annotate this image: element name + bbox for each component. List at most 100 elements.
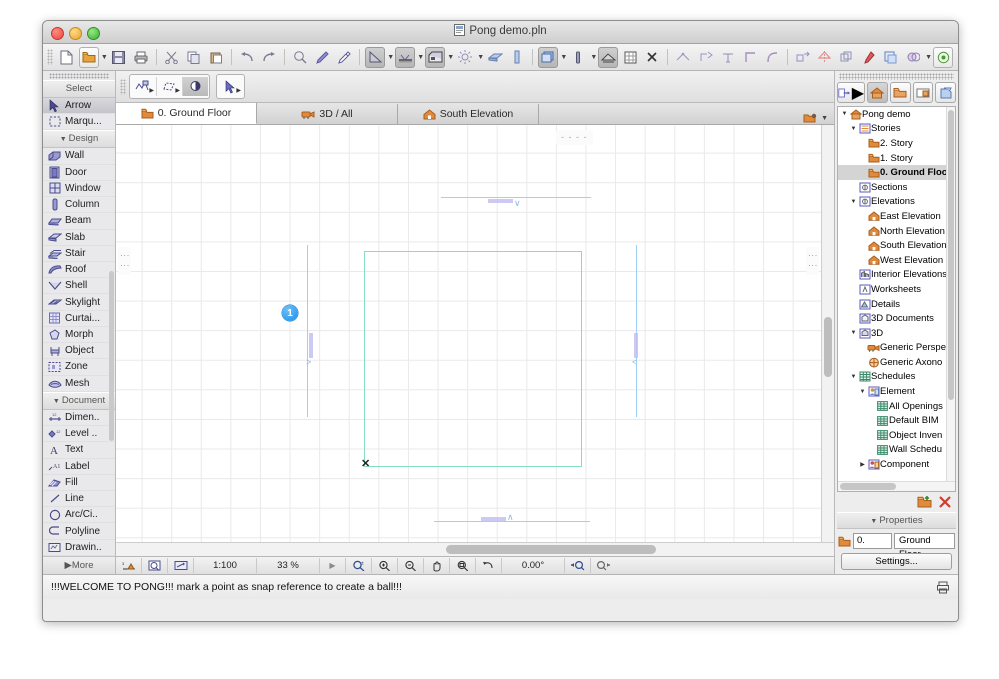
tree-item-sections[interactable]: Sections — [838, 180, 955, 195]
slab-blue-icon[interactable] — [485, 47, 505, 68]
tool-arc-circle[interactable]: Arc/Ci.. — [43, 507, 115, 524]
tool-dimension[interactable]: 12 Dimen.. — [43, 410, 115, 427]
paste-icon[interactable] — [206, 47, 226, 68]
tree-item-north-elevation[interactable]: North Elevation — [838, 224, 955, 239]
tree-vertical-thumb[interactable] — [948, 110, 954, 400]
roof-tool-icon[interactable] — [598, 46, 619, 68]
tree-item-object-inven[interactable]: Object Inven — [838, 428, 955, 443]
zoom-prev-arrow-icon[interactable] — [565, 558, 591, 573]
stack3d-caret-icon[interactable]: ▼ — [560, 54, 567, 61]
tab-south-elevation[interactable]: South Elevation — [398, 104, 539, 124]
tool-window[interactable]: Window — [43, 181, 115, 198]
undo-arrow-icon[interactable] — [237, 47, 257, 68]
twisty-down-icon[interactable]: ▼ — [849, 330, 858, 336]
zoom-fit-icon[interactable]: ± — [346, 558, 372, 573]
toolbox-more-button[interactable]: ▶More — [43, 556, 115, 574]
x-delete-icon[interactable] — [642, 47, 662, 68]
fill-hand-icon[interactable] — [183, 77, 208, 96]
properties-header[interactable]: ▼ Properties — [837, 512, 956, 529]
drawing-scale[interactable]: 1:100 — [194, 558, 257, 573]
wall-blue-icon[interactable] — [507, 47, 527, 68]
pan-hand-icon[interactable] — [424, 558, 450, 573]
fillet-icon[interactable] — [762, 47, 782, 68]
layout-book-icon[interactable] — [912, 82, 934, 103]
solid-ops-icon[interactable] — [903, 47, 923, 68]
orientation-angle[interactable]: 0.00° — [502, 558, 565, 573]
tree-item-generic-perspe[interactable]: Generic Perspe — [838, 341, 955, 356]
tree-item-interior-elevations[interactable]: Interior Elevations — [838, 268, 955, 283]
twisty-down-icon[interactable]: ▼ — [849, 199, 858, 205]
tool-beam[interactable]: Beam — [43, 213, 115, 230]
polygon-select-icon[interactable]: ▶ — [157, 77, 183, 96]
tool-shell[interactable]: Shell — [43, 278, 115, 295]
dimension-caret-icon[interactable]: ▼ — [417, 54, 424, 61]
cursor-arrow-caret-icon[interactable]: ▶ — [236, 87, 241, 94]
tree-item-details[interactable]: Details — [838, 297, 955, 312]
cursor-arrow-icon[interactable]: ▶ — [218, 77, 243, 96]
tool-zone[interactable]: Zone — [43, 359, 115, 376]
tool-polyline[interactable]: Polyline — [43, 523, 115, 540]
tool-morph[interactable]: Morph — [43, 327, 115, 344]
measure-icon[interactable] — [365, 46, 386, 68]
delete-x-icon[interactable] — [938, 495, 952, 509]
zoom-percentage[interactable]: 33 % — [257, 558, 320, 573]
play-triangle-icon[interactable]: ▶ — [320, 558, 346, 573]
toolbox-grip[interactable] — [49, 73, 109, 79]
pen-icon[interactable] — [312, 47, 332, 68]
tree-item-all-openings[interactable]: All Openings — [838, 399, 955, 414]
twisty-down-icon[interactable]: ▼ — [849, 126, 858, 132]
zone-rectangle[interactable] — [364, 251, 582, 467]
door-west-fill[interactable] — [309, 333, 313, 358]
tree-vertical-scrollbar[interactable] — [946, 107, 955, 482]
zoom-next-arrow-icon[interactable] — [591, 558, 616, 573]
view-map-icon[interactable] — [889, 82, 911, 103]
group-icon[interactable] — [881, 47, 901, 68]
tree-item-schedules[interactable]: ▼ Schedules — [838, 370, 955, 385]
project-map-icon[interactable] — [867, 82, 888, 103]
tree-item-element[interactable]: ▼ Element — [838, 384, 955, 399]
story-number-field[interactable]: 0. — [853, 533, 892, 549]
tool-text[interactable]: A Text — [43, 442, 115, 459]
wall-west[interactable] — [307, 245, 308, 417]
tool-wall[interactable]: Wall — [43, 148, 115, 165]
window-north-fill[interactable] — [488, 199, 513, 203]
twisty-down-icon[interactable]: ▼ — [858, 389, 867, 395]
corner-icon[interactable] — [740, 47, 760, 68]
toolbox-scrollbar[interactable] — [109, 271, 114, 441]
navigator-arrow-caret-icon[interactable]: ▶ — [852, 83, 864, 103]
twisty-right-icon[interactable]: ▶ — [858, 461, 867, 468]
twisty-down-icon[interactable]: ▼ — [849, 374, 858, 380]
sun-caret-icon[interactable]: ▼ — [477, 54, 484, 61]
elevation-marker-west[interactable]: ⋮⋮ — [118, 247, 131, 275]
door-east-fill[interactable] — [634, 333, 638, 358]
tree-item-3d[interactable]: ▼ 3D — [838, 326, 955, 341]
print-icon[interactable] — [131, 47, 151, 68]
tree-item-worksheets[interactable]: Worksheets — [838, 282, 955, 297]
mini-toolbar-grip[interactable] — [120, 78, 126, 95]
zoom-out-icon[interactable] — [398, 558, 424, 573]
toolbox-section-document[interactable]: ▼ Document — [43, 391, 115, 410]
multiply-icon[interactable] — [837, 47, 857, 68]
window-south-fill[interactable] — [481, 517, 506, 521]
twisty-down-icon[interactable]: ▼ — [840, 111, 849, 117]
tree-item-stories[interactable]: ▼ Stories — [838, 122, 955, 137]
drawing-canvas[interactable]: - - - - - - - - ⋮⋮ ⋮⋮ ∨ ∧ > — [116, 125, 834, 542]
new-document-icon[interactable] — [57, 47, 77, 68]
tool-skylight[interactable]: Skylight — [43, 294, 115, 311]
tree-item-3d-documents[interactable]: 3D Documents — [838, 311, 955, 326]
canvas-vertical-scrollbar[interactable] — [821, 125, 834, 542]
solid-caret-icon[interactable]: ▼ — [925, 54, 932, 61]
syringe-icon[interactable] — [334, 47, 354, 68]
elevation-marker-north[interactable]: - - - - — [556, 130, 593, 145]
settings-button[interactable]: Settings... — [841, 553, 952, 570]
tree-item-wall-schedu[interactable]: Wall Schedu — [838, 443, 955, 458]
tool-arrow[interactable]: Arrow — [43, 97, 115, 115]
toolbox-section-select[interactable]: Select — [43, 79, 115, 98]
tool-roof[interactable]: Roof — [43, 262, 115, 279]
sun-icon[interactable] — [455, 47, 475, 68]
tree-item-generic-axono[interactable]: Generic Axono — [838, 355, 955, 370]
tree-item-component[interactable]: ▶ Component — [838, 457, 955, 472]
navigator-grip[interactable] — [839, 73, 954, 80]
tool-level-dimension[interactable]: 12 Level .. — [43, 426, 115, 443]
marker-badge-1[interactable]: 1 — [282, 305, 298, 321]
